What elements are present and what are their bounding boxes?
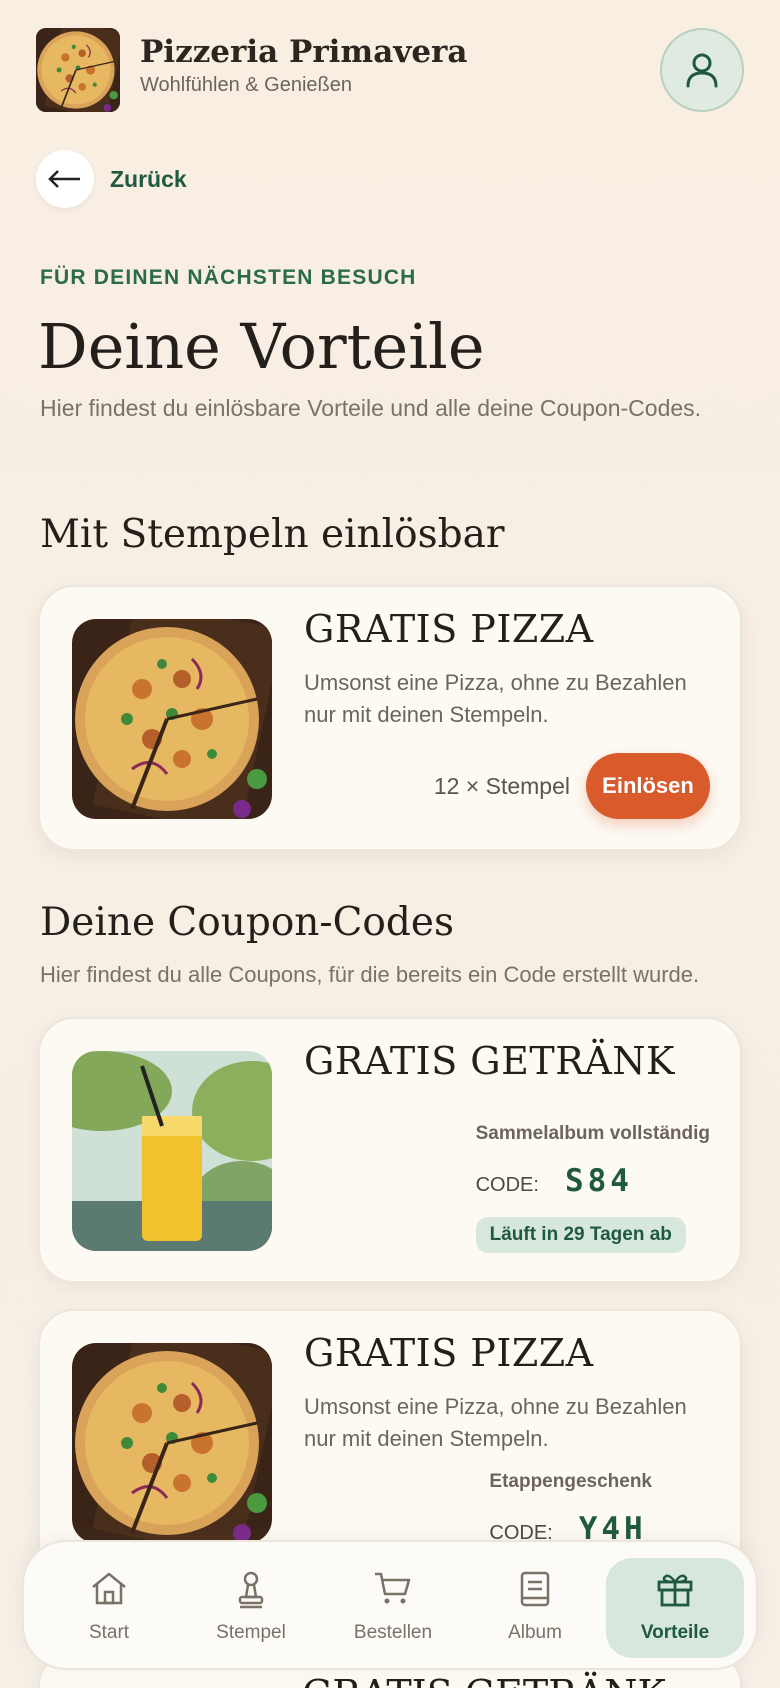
brand-name: Pizzeria Primavera xyxy=(140,34,468,70)
brand-logo[interactable] xyxy=(36,28,120,112)
brand-tagline: Wohlfühlen & Genießen xyxy=(140,74,352,96)
pizza-image xyxy=(72,1343,272,1543)
stamp-icon xyxy=(238,1571,264,1609)
nav-item-vorteile[interactable]: Vorteile xyxy=(606,1558,744,1658)
page-title: Deine Vorteile xyxy=(38,310,485,383)
coupon-image xyxy=(72,1343,272,1543)
reward-card: GRATIS PIZZA Umsonst eine Pizza, ohne zu… xyxy=(38,585,742,851)
cart-icon xyxy=(375,1572,411,1604)
nav-item-bestellen[interactable]: Bestellen xyxy=(324,1558,462,1658)
reward-cost: 12 × Stempel xyxy=(433,773,570,799)
reward-description: Umsonst eine Pizza, ohne zu Bezahlen nur… xyxy=(304,670,687,727)
coupon-title: GRATIS GETRÄNK xyxy=(304,1039,675,1083)
coupon-image xyxy=(72,1051,272,1251)
coupon-section-subtitle: Hier findest du alle Coupons, für die be… xyxy=(40,962,700,987)
reward-title: GRATIS PIZZA xyxy=(304,607,594,651)
arrow-left-icon xyxy=(36,150,94,208)
nav-label: Vorteile xyxy=(640,1622,710,1643)
nav-label: Stempel xyxy=(216,1622,286,1643)
code-row: CODE: S84 xyxy=(476,1163,710,1199)
profile-button[interactable] xyxy=(660,28,744,112)
nav-label: Bestellen xyxy=(353,1622,433,1643)
back-label: Zurück xyxy=(110,165,187,192)
coupon-description: Umsonst eine Pizza, ohne zu Bezahlen nur… xyxy=(304,1394,687,1451)
coupon-section-title: Deine Coupon-Codes xyxy=(40,900,454,945)
app-header: Pizzeria Primavera Wohlfühlen & Genießen xyxy=(36,28,744,112)
coupon-title: GRATIS PIZZA xyxy=(304,1331,594,1375)
user-icon xyxy=(686,53,718,88)
reward-image xyxy=(72,619,272,819)
pizza-image xyxy=(36,28,120,112)
pizza-image xyxy=(72,619,272,819)
bottom-nav: Start Stempel Bestellen Album Vorteile xyxy=(22,1540,758,1670)
nav-item-start[interactable]: Start xyxy=(40,1558,178,1658)
coupon-code[interactable]: S84 xyxy=(565,1163,633,1199)
book-icon xyxy=(520,1571,550,1607)
coupon-meta: Etappengeschenk CODE: Y4H xyxy=(489,1471,652,1547)
page-eyebrow: FÜR DEINEN NÄCHSTEN BESUCH xyxy=(40,266,417,289)
nav-label: Album xyxy=(508,1622,562,1643)
coupon-card: GRATIS GETRÄNK Sammelalbum vollständig C… xyxy=(38,1017,742,1283)
coupon-title: GRATIS GETRÄNK xyxy=(302,1672,666,1688)
stamp-section-title: Mit Stempeln einlösbar xyxy=(40,512,505,557)
coupon-origin: Etappengeschenk xyxy=(489,1471,652,1492)
home-icon xyxy=(92,1572,126,1605)
coupon-origin: Sammelalbum vollständig xyxy=(475,1123,710,1144)
drink-image xyxy=(72,1051,272,1251)
back-button[interactable]: Zurück xyxy=(36,150,187,208)
coupon-meta: Sammelalbum vollständig CODE: S84 Läuft … xyxy=(475,1123,710,1253)
page-intro: Hier findest du einlösbare Vorteile und … xyxy=(40,395,702,421)
nav-label: Start xyxy=(88,1622,130,1643)
redeem-button[interactable]: Einlösen xyxy=(586,753,710,819)
expiry-badge: Läuft in 29 Tagen ab xyxy=(475,1217,686,1253)
code-label: CODE: xyxy=(475,1174,539,1196)
nav-item-album[interactable]: Album xyxy=(466,1558,604,1658)
nav-item-stempel[interactable]: Stempel xyxy=(182,1558,320,1658)
gift-icon xyxy=(657,1574,693,1607)
